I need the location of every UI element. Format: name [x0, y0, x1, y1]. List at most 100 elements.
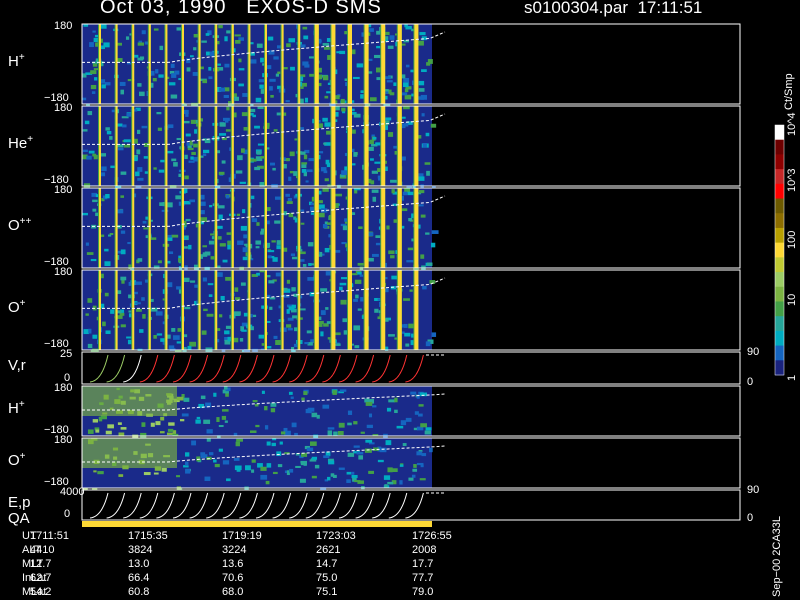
speckle: [338, 467, 345, 470]
speckle: [418, 88, 425, 92]
speckle: [220, 295, 225, 301]
footer-value: 1723:03: [316, 530, 356, 542]
speckle: [220, 243, 226, 247]
stripe-core: [215, 106, 218, 186]
speckle: [201, 40, 207, 43]
speckle: [217, 63, 221, 66]
speckle: [287, 327, 293, 331]
speckle: [352, 76, 360, 80]
speckle: [311, 412, 318, 418]
speckle: [238, 83, 244, 87]
speckle: [203, 419, 211, 424]
speckle: [387, 45, 394, 49]
speckle: [100, 79, 106, 84]
speckle: [341, 107, 346, 112]
speckle: [389, 35, 395, 40]
speckle: [237, 155, 243, 161]
speckle: [83, 329, 90, 335]
speckle: [322, 43, 330, 46]
speckle: [194, 129, 198, 134]
footer-value: 13.0: [128, 558, 150, 570]
speckle: [222, 259, 228, 263]
speckle: [91, 91, 96, 94]
speckle: [226, 478, 231, 482]
speckle: [254, 166, 261, 171]
speckle: [275, 340, 282, 346]
panel-fill: [82, 106, 432, 186]
speckle: [360, 431, 365, 434]
speckle: [203, 149, 210, 154]
speckle: [92, 199, 98, 203]
speckle: [236, 438, 244, 442]
stripe-core: [298, 188, 301, 268]
speckle: [195, 419, 201, 424]
speckle: [157, 127, 162, 131]
stripe-core: [99, 188, 101, 268]
colorbar-segment: [775, 286, 784, 302]
speckle: [368, 413, 373, 418]
speckle: [156, 333, 163, 336]
speckle: [88, 150, 95, 154]
speckle: [328, 460, 335, 465]
speckle: [237, 240, 244, 245]
speckle: [369, 28, 374, 32]
speckle: [166, 202, 173, 208]
speckle: [276, 245, 282, 250]
speckle: [322, 117, 328, 122]
speckle: [264, 406, 268, 411]
speckle: [318, 323, 323, 327]
speckle: [206, 429, 213, 434]
speckle: [418, 404, 424, 407]
speckle: [290, 396, 294, 399]
speckle: [285, 100, 290, 103]
speckle: [306, 330, 312, 334]
speckle: [168, 82, 176, 86]
speckle: [431, 230, 439, 234]
speckle: [167, 234, 172, 238]
speckle: [84, 120, 90, 125]
stripe-core: [314, 188, 319, 268]
speckle: [288, 38, 296, 43]
speckle: [155, 311, 163, 316]
speckle: [346, 471, 352, 475]
speckle: [175, 195, 182, 200]
speckle: [416, 462, 424, 466]
speckle: [347, 452, 355, 457]
speckle: [286, 158, 290, 162]
speckle: [318, 40, 322, 43]
footer-value: 62.7: [30, 572, 52, 584]
speckle: [387, 467, 393, 473]
speckle: [266, 346, 272, 349]
speckle: [267, 36, 274, 41]
panel-label-text: E,p: [8, 494, 31, 511]
colorbar-segment: [775, 183, 784, 200]
stripe-core: [381, 270, 386, 350]
speckle: [325, 159, 330, 165]
speckle: [236, 213, 241, 217]
speckle: [272, 167, 276, 171]
speckle: [354, 480, 361, 483]
speckle: [143, 472, 151, 476]
stripe-core: [348, 106, 352, 186]
speckle: [224, 119, 229, 123]
speckle: [370, 97, 377, 102]
speckle: [205, 51, 210, 56]
speckle: [133, 54, 139, 58]
speckle: [425, 232, 430, 235]
speckle: [202, 245, 207, 248]
speckle: [217, 236, 222, 240]
speckle: [174, 70, 180, 75]
speckle: [405, 64, 410, 68]
speckle: [347, 410, 353, 415]
speckle: [286, 324, 292, 328]
stripe-core: [231, 106, 234, 186]
stripe-core: [132, 24, 135, 104]
speckle: [157, 260, 162, 264]
speckle: [273, 129, 278, 132]
speckle: [102, 321, 106, 327]
speckle: [223, 386, 228, 390]
svg-text:Ct/Smp: Ct/Smp: [783, 73, 795, 110]
speckle: [405, 25, 412, 30]
speckle: [339, 282, 347, 286]
speckle: [82, 129, 88, 132]
